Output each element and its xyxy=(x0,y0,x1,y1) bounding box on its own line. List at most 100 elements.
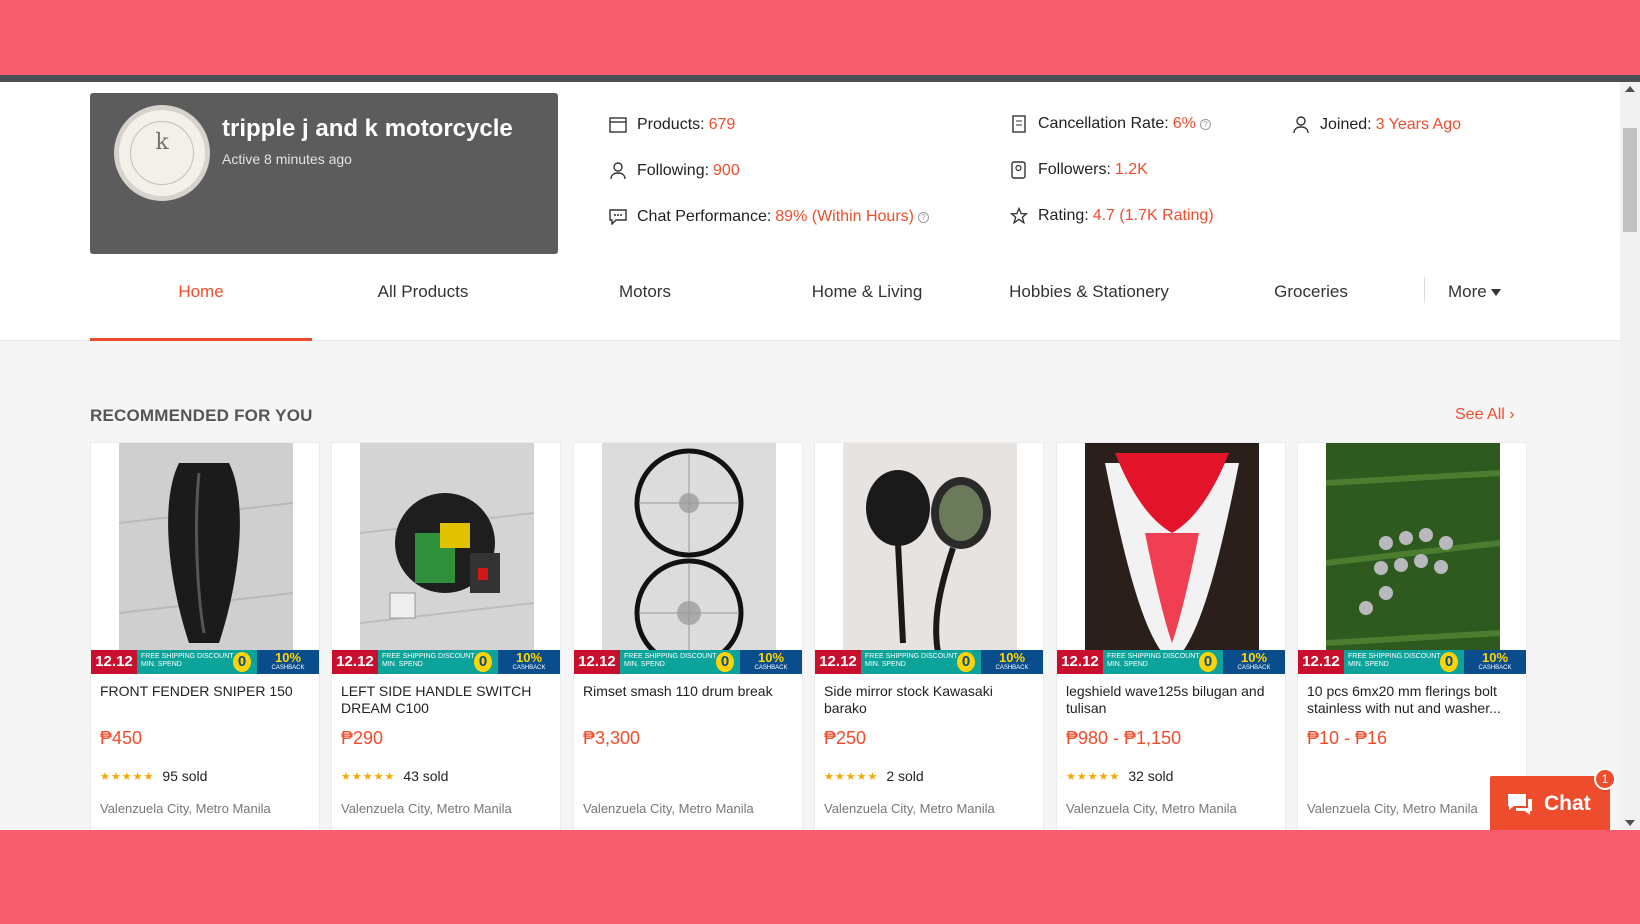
chat-button[interactable]: Chat xyxy=(1490,776,1610,830)
product-location: Valenzuela City, Metro Manila xyxy=(1066,801,1237,816)
cashback-text: CASHBACK xyxy=(1478,665,1512,671)
chevron-right-icon: › xyxy=(1509,406,1515,423)
promo-banner: 12.12 FREE SHIPPING DISCOUNT MIN. SPEND 0 … xyxy=(332,650,560,674)
caret-down-icon xyxy=(1490,289,1501,297)
scrollbar-thumb[interactable] xyxy=(1623,128,1637,232)
shop-active-status: Active 8 minutes ago xyxy=(222,151,352,167)
help-icon[interactable]: ? xyxy=(1199,118,1211,130)
tab-hobbies-stationery[interactable]: Hobbies & Stationery xyxy=(978,260,1200,341)
stars-icon: ★★★★★ xyxy=(100,770,155,783)
product-name: 10 pcs 6mx20 mm flerings bolt stainless … xyxy=(1307,683,1501,716)
shop-tabs: Home All Products Motors Home & Living H… xyxy=(90,260,1510,341)
top-strip xyxy=(0,75,1640,82)
product-name: LEFT SIDE HANDLE SWITCH DREAM C100 xyxy=(341,683,532,716)
product-rating: ★★★★★ 95 sold xyxy=(100,768,207,784)
zero-badge: 0 xyxy=(233,652,251,672)
min-spend-text: MIN. SPEND xyxy=(382,661,423,668)
promo-banner: 12.12 FREE SHIPPING DISCOUNT MIN. SPEND 0 … xyxy=(574,650,802,674)
product-image-bolts xyxy=(1326,443,1500,673)
chat-unread-badge: 1 xyxy=(1594,768,1616,790)
product-card[interactable]: 12.12 FREE SHIPPING DISCOUNT MIN. SPEND 0 … xyxy=(814,442,1044,830)
shop-name: tripple j and k motorcycle xyxy=(222,115,513,142)
vertical-scrollbar[interactable] xyxy=(1620,82,1640,830)
free-shipping-text: FREE SHIPPING DISCOUNT xyxy=(1107,653,1200,660)
min-spend-text: MIN. SPEND xyxy=(1348,661,1389,668)
cashback-badge: 10% CASHBACK xyxy=(1223,650,1285,674)
sale-badge: 12.12 xyxy=(91,650,137,674)
sold-count: 2 sold xyxy=(886,768,924,784)
zero-badge: 0 xyxy=(957,652,975,672)
free-shipping-badge: FREE SHIPPING DISCOUNT MIN. SPEND 0 xyxy=(137,650,257,674)
free-shipping-badge: FREE SHIPPING DISCOUNT MIN. SPEND 0 xyxy=(620,650,740,674)
tab-all-products[interactable]: All Products xyxy=(312,260,534,341)
stat-followers-label: Followers: xyxy=(1038,161,1111,178)
product-rating: ★★★★★ 32 sold xyxy=(1066,768,1173,784)
product-name: legshield wave125s bilugan and tulisan xyxy=(1066,683,1265,716)
chat-icon xyxy=(1508,794,1532,815)
shop-avatar[interactable]: k xyxy=(114,105,210,201)
product-location: Valenzuela City, Metro Manila xyxy=(824,801,995,816)
promo-banner: 12.12 FREE SHIPPING DISCOUNT MIN. SPEND 0 … xyxy=(91,650,319,674)
tab-groceries[interactable]: Groceries xyxy=(1200,260,1422,341)
product-card[interactable]: 12.12 FREE SHIPPING DISCOUNT MIN. SPEND 0 … xyxy=(1297,442,1527,830)
see-all-link[interactable]: See All › xyxy=(1455,406,1515,424)
product-card[interactable]: 12.12 FREE SHIPPING DISCOUNT MIN. SPEND 0 … xyxy=(90,442,320,830)
stars-icon: ★★★★★ xyxy=(341,770,396,783)
cashback-text: CASHBACK xyxy=(1237,665,1271,671)
min-spend-text: MIN. SPEND xyxy=(1107,661,1148,668)
tab-motors[interactable]: Motors xyxy=(534,260,756,341)
stars-icon: ★★★★★ xyxy=(1066,770,1121,783)
product-name: Side mirror stock Kawasaki barako xyxy=(824,683,993,716)
product-image-switch xyxy=(360,443,534,673)
chat-bubble-icon xyxy=(607,206,629,228)
user-icon xyxy=(607,160,629,182)
tab-home-living[interactable]: Home & Living xyxy=(756,260,978,341)
scroll-down-arrow-icon[interactable] xyxy=(1625,820,1635,826)
cashback-badge: 10% CASHBACK xyxy=(981,650,1043,674)
help-icon[interactable]: ? xyxy=(917,211,929,223)
product-card[interactable]: 12.12 FREE SHIPPING DISCOUNT MIN. SPEND 0 … xyxy=(573,442,803,830)
tab-home[interactable]: Home xyxy=(90,260,312,341)
product-image-rimset xyxy=(602,443,776,673)
tab-more-dropdown[interactable]: More xyxy=(1448,260,1501,324)
product-location: Valenzuela City, Metro Manila xyxy=(341,801,512,816)
cashback-pct: 10% xyxy=(1240,650,1268,665)
stat-chat-value: 89% (Within Hours) xyxy=(775,208,914,225)
cashback-pct: 10% xyxy=(1481,650,1509,665)
stat-rating-value: 4.7 (1.7K Rating) xyxy=(1092,207,1214,224)
promo-banner: 12.12 FREE SHIPPING DISCOUNT MIN. SPEND 0 … xyxy=(1298,650,1526,674)
store-icon xyxy=(607,114,629,136)
avatar-monogram: k xyxy=(155,130,169,155)
followers-icon xyxy=(1008,159,1030,181)
product-price: ₱450 xyxy=(100,728,143,748)
sold-count: 43 sold xyxy=(403,768,449,784)
cashback-pct: 10% xyxy=(515,650,543,665)
sale-badge: 12.12 xyxy=(815,650,861,674)
product-card[interactable]: 12.12 FREE SHIPPING DISCOUNT MIN. SPEND 0 … xyxy=(331,442,561,830)
product-location: Valenzuela City, Metro Manila xyxy=(1307,801,1478,816)
shop-card[interactable]: k tripple j and k motorcycle Active 8 mi… xyxy=(90,93,558,254)
product-price: ₱10 - ₱16 xyxy=(1307,728,1388,748)
stat-cancellation-value: 6% xyxy=(1172,115,1196,132)
sale-badge: 12.12 xyxy=(332,650,378,674)
see-all-label: See All xyxy=(1455,406,1505,423)
product-card[interactable]: 12.12 FREE SHIPPING DISCOUNT MIN. SPEND 0 … xyxy=(1056,442,1286,830)
free-shipping-badge: FREE SHIPPING DISCOUNT MIN. SPEND 0 xyxy=(1103,650,1223,674)
sale-badge: 12.12 xyxy=(574,650,620,674)
min-spend-text: MIN. SPEND xyxy=(865,661,906,668)
document-icon xyxy=(1008,113,1030,135)
stat-following-value: 900 xyxy=(713,162,740,179)
free-shipping-text: FREE SHIPPING DISCOUNT xyxy=(141,653,234,660)
user-icon xyxy=(1290,114,1312,136)
cashback-badge: 10% CASHBACK xyxy=(740,650,802,674)
product-price: ₱250 xyxy=(824,728,867,748)
cashback-badge: 10% CASHBACK xyxy=(498,650,560,674)
stat-followers: Followers: 1.2K xyxy=(1008,159,1148,181)
cashback-badge: 10% CASHBACK xyxy=(257,650,319,674)
stat-rating: Rating: 4.7 (1.7K Rating) xyxy=(1008,205,1214,227)
free-shipping-text: FREE SHIPPING DISCOUNT xyxy=(1348,653,1441,660)
free-shipping-text: FREE SHIPPING DISCOUNT xyxy=(624,653,717,660)
cashback-pct: 10% xyxy=(998,650,1026,665)
scroll-up-arrow-icon[interactable] xyxy=(1625,86,1635,92)
stat-products-label: Products: xyxy=(637,116,705,133)
